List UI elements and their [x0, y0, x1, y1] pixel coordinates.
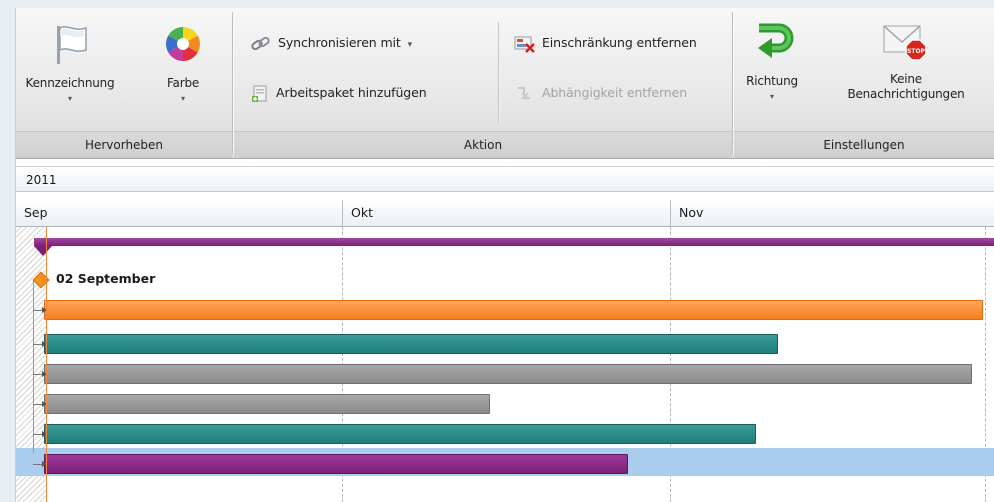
chain-link-icon: [251, 36, 270, 50]
synchronisieren-label: Synchronisieren mit: [278, 35, 401, 50]
milestone-label: 02 September: [56, 271, 156, 286]
summary-bar-start-marker: [34, 246, 52, 256]
einschraenkung-entfernen-button[interactable]: Einschränkung entfernen: [514, 32, 697, 54]
einschraenkung-label: Einschränkung entfernen: [542, 35, 697, 50]
kennzeichnung-button[interactable]: Kennzeichnung ▾: [16, 22, 124, 103]
tree-branch-arrow-icon: [33, 401, 47, 407]
timeline-month-header: Sep Okt Nov: [16, 200, 994, 227]
group-separator: [732, 12, 733, 154]
group-separator: [232, 12, 233, 154]
task-bar-row-4[interactable]: [44, 394, 491, 414]
group-hervorheben: Kennzeichnung ▾ Farbe ▾ Hervorheben: [16, 8, 232, 158]
kennzeichnung-dropdown-icon: ▾: [67, 94, 72, 103]
task-bar-row-2[interactable]: [44, 334, 778, 354]
keine-label-line2: Benachrichtigungen: [847, 87, 965, 101]
remove-dependency-icon: [518, 86, 530, 100]
stop-envelope-icon: STOP: [883, 25, 927, 61]
month-label: Nov: [679, 205, 704, 220]
kennzeichnung-label: Kennzeichnung: [25, 76, 115, 90]
tree-branch-arrow-icon: [33, 371, 47, 377]
remove-constraint-icon: [514, 36, 535, 53]
abhaengigkeit-label: Abhängigkeit entfernen: [542, 85, 688, 100]
arbeitspaket-label: Arbeitspaket hinzufügen: [276, 85, 427, 100]
project-summary-bar[interactable]: [34, 238, 994, 246]
month-label: Okt: [351, 205, 373, 220]
month-nov: Nov: [670, 200, 994, 226]
green-u-turn-arrow-icon: [758, 23, 794, 58]
richtung-button[interactable]: Richtung ▾: [738, 20, 806, 101]
tree-branch-arrow-icon: [33, 307, 47, 313]
today-line: [46, 227, 47, 502]
tree-branch-arrow-icon: [33, 341, 47, 347]
farbe-dropdown-icon: ▾: [180, 94, 185, 103]
month-sep: Sep: [16, 200, 342, 226]
synchronisieren-button[interactable]: Synchronisieren mit ▾: [250, 32, 412, 54]
task-bar-row-5[interactable]: [44, 424, 757, 444]
richtung-dropdown-icon: ▾: [769, 92, 774, 101]
add-package-icon: [252, 85, 267, 102]
inner-separator: [498, 22, 499, 122]
abhaengigkeit-entfernen-button[interactable]: Abhängigkeit entfernen: [514, 82, 687, 104]
arbeitspaket-hinzufuegen-button[interactable]: Arbeitspaket hinzufügen: [250, 82, 427, 104]
farbe-button[interactable]: Farbe ▾: [150, 22, 216, 103]
month-okt: Okt: [342, 200, 670, 226]
group-label-aktion: Aktion: [234, 131, 732, 158]
gantt-window: Kennzeichnung ▾ Farbe ▾ Hervorheben Sync…: [16, 8, 994, 502]
timeline-year-header: 2011: [16, 166, 994, 192]
group-aktion: Synchronisieren mit ▾ Arbeitspaket hinzu…: [234, 8, 732, 158]
task-bar-row-1[interactable]: [44, 300, 984, 320]
tree-branch-arrow-icon: [33, 431, 47, 437]
ribbon: Kennzeichnung ▾ Farbe ▾ Hervorheben Sync…: [16, 8, 994, 159]
keine-benachrichtigungen-button[interactable]: STOP Keine Benachrichtigungen: [818, 18, 994, 101]
task-bar-row-3[interactable]: [44, 364, 973, 384]
group-label-hervorheben: Hervorheben: [16, 131, 232, 158]
flag-icon: [57, 26, 87, 64]
month-label: Sep: [24, 205, 48, 220]
synchronisieren-dropdown-icon: ▾: [407, 40, 413, 50]
tree-connector: [33, 280, 34, 453]
year-label: 2011: [26, 173, 57, 187]
group-einstellungen: Richtung ▾ STOP Keine Benachrichtigungen…: [734, 8, 994, 158]
task-bar-row-6[interactable]: [44, 454, 628, 474]
farbe-label: Farbe: [166, 76, 200, 90]
stop-icon-text: STOP: [907, 48, 926, 55]
richtung-label: Richtung: [746, 74, 798, 88]
color-wheel-icon: [166, 27, 200, 61]
keine-label-line1: Keine: [890, 72, 922, 86]
tree-branch-arrow-icon: [33, 461, 47, 467]
group-label-einstellungen: Einstellungen: [734, 131, 994, 158]
gantt-chart-area[interactable]: 02 September: [16, 227, 994, 502]
